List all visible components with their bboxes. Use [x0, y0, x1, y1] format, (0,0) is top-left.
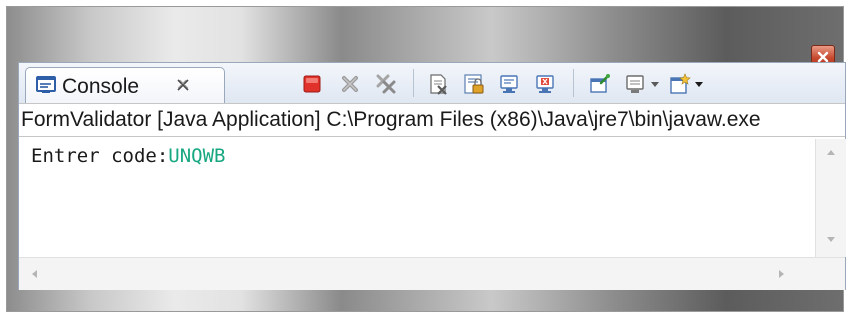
- console-prompt: Entrer code:: [31, 145, 169, 167]
- console-line: Entrer code:UNQWB: [31, 145, 225, 167]
- terminate-icon[interactable]: [301, 73, 323, 95]
- scroll-down-icon[interactable]: [825, 235, 837, 245]
- remove-launch-icon[interactable]: [339, 73, 361, 95]
- view-toolbar: Console: [19, 63, 845, 104]
- remove-all-terminated-icon[interactable]: [375, 73, 397, 95]
- tab-close-icon[interactable]: [176, 78, 190, 92]
- horizontal-scrollbar[interactable]: [19, 257, 845, 290]
- tab-console-label: Console: [62, 75, 140, 98]
- console-user-input: UNQWB: [168, 145, 226, 167]
- scroll-right-icon[interactable]: [777, 268, 787, 280]
- toolbar-separator: [413, 69, 414, 97]
- chevron-down-icon[interactable]: [649, 73, 661, 95]
- scroll-up-icon[interactable]: [825, 147, 837, 157]
- open-console-icon[interactable]: [669, 73, 691, 95]
- chevron-down-icon[interactable]: [693, 73, 705, 95]
- toolbar-separator: [573, 69, 574, 97]
- console-view: Console FormValidator [Java Application]…: [18, 62, 846, 290]
- clear-console-icon[interactable]: [427, 73, 449, 95]
- launch-path: FormValidator [Java Application] C:\Prog…: [21, 108, 761, 131]
- pin-console-icon[interactable]: [589, 73, 611, 95]
- launch-description: FormValidator [Java Application] C:\Prog…: [19, 103, 845, 137]
- show-on-stderr-icon[interactable]: [535, 73, 557, 95]
- console-output[interactable]: Entrer code:UNQWB: [19, 139, 815, 257]
- scroll-lock-icon[interactable]: [463, 73, 485, 95]
- tab-console[interactable]: Console: [25, 67, 225, 104]
- show-on-stdout-icon[interactable]: [499, 73, 521, 95]
- display-console-icon[interactable]: [625, 73, 647, 95]
- console-icon: [36, 76, 56, 93]
- scroll-left-icon[interactable]: [29, 268, 39, 280]
- vertical-scrollbar[interactable]: [815, 139, 846, 257]
